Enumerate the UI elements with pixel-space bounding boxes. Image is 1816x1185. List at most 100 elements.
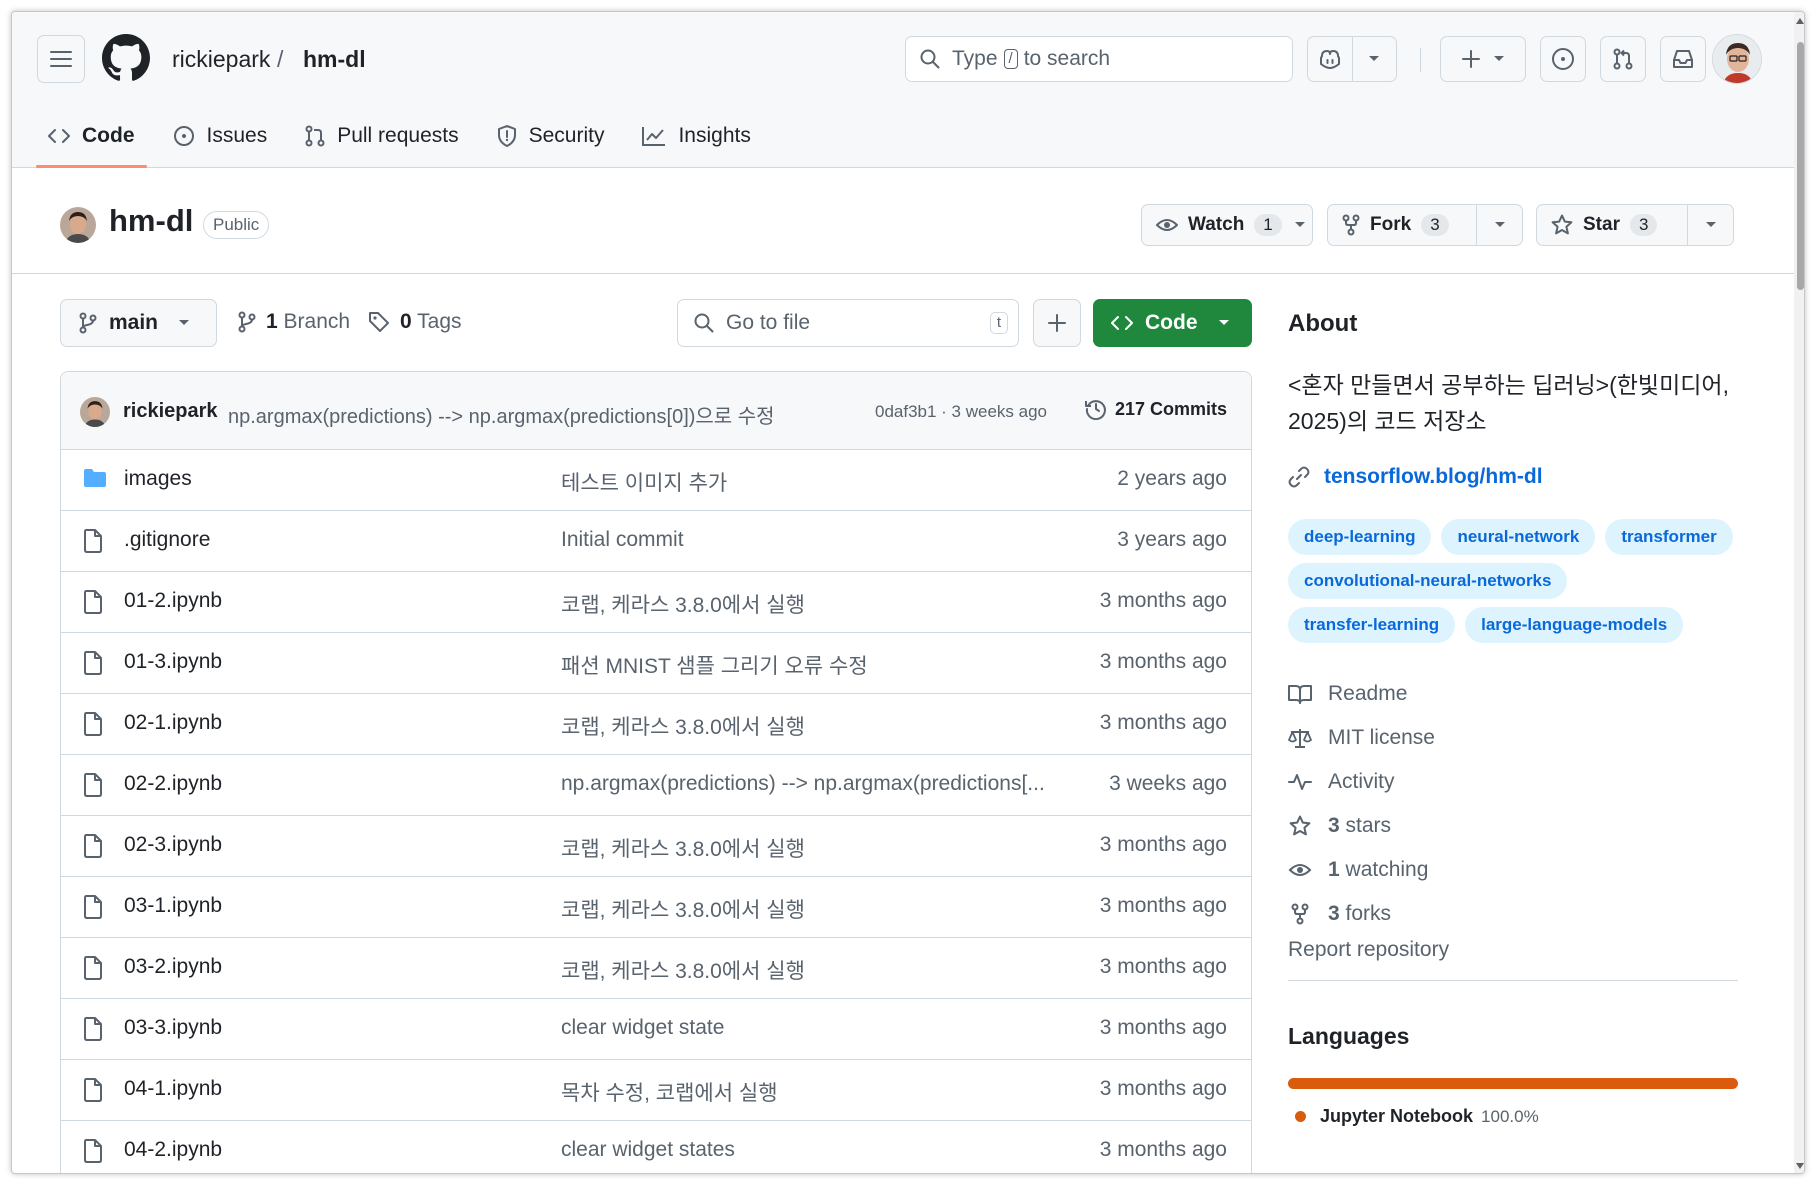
file-row[interactable]: 01-2.ipynb 코랩, 케라스 3.8.0에서 실행 3 months ago	[61, 572, 1251, 633]
file-row[interactable]: 03-2.ipynb 코랩, 케라스 3.8.0에서 실행 3 months ago	[61, 938, 1251, 999]
file-name-link[interactable]: 02-2.ipynb	[124, 772, 222, 796]
repo-breadcrumb[interactable]: hm-dl	[303, 46, 366, 73]
file-commit-message[interactable]: 코랩, 케라스 3.8.0에서 실행	[561, 955, 805, 985]
file-commit-message[interactable]: 코랩, 케라스 3.8.0에서 실행	[561, 711, 805, 741]
tab-issues-label: Issues	[206, 124, 268, 147]
forks-label: forks	[1345, 902, 1392, 925]
file-row[interactable]: .gitignore Initial commit 3 years ago	[61, 511, 1251, 572]
search-input[interactable]: Type / to search	[905, 36, 1293, 82]
branch-name: main	[109, 311, 159, 334]
github-logo-icon[interactable]	[102, 34, 150, 82]
file-row[interactable]: 04-1.ipynb 목차 수정, 코랩에서 실행 3 months ago	[61, 1060, 1251, 1121]
copilot-dropdown[interactable]	[1352, 55, 1396, 63]
tab-code[interactable]: Code	[36, 112, 147, 168]
hamburger-icon	[50, 51, 72, 67]
file-commit-message[interactable]: clear widget state	[561, 1016, 724, 1040]
readme-link[interactable]: Readme	[1288, 672, 1435, 716]
file-row[interactable]: 03-3.ipynb clear widget state 3 months ago	[61, 999, 1251, 1060]
plus-icon	[1462, 50, 1480, 68]
topic-tag[interactable]: large-language-models	[1465, 607, 1684, 643]
menu-button[interactable]	[37, 35, 85, 83]
file-name-link[interactable]: 04-1.ipynb	[124, 1077, 222, 1101]
watching-link[interactable]: 1 watching	[1288, 848, 1435, 892]
file-row[interactable]: 03-1.ipynb 코랩, 케라스 3.8.0에서 실행 3 months ago	[61, 877, 1251, 938]
file-commit-message[interactable]: 코랩, 케라스 3.8.0에서 실행	[561, 589, 805, 619]
file-commit-message[interactable]: clear widget states	[561, 1138, 735, 1162]
file-name-link[interactable]: 03-1.ipynb	[124, 894, 222, 918]
commits-link[interactable]: 217 Commits	[1085, 398, 1227, 420]
file-name-link[interactable]: 04-2.ipynb	[124, 1138, 222, 1162]
tab-pull-requests[interactable]: Pull requests	[293, 112, 470, 160]
commit-hash-time[interactable]: 0daf3b1 · 3 weeks ago	[875, 402, 1047, 422]
file-row[interactable]: 02-2.ipynb np.argmax(predictions) --> np.…	[61, 755, 1251, 816]
stars-link[interactable]: 3 stars	[1288, 804, 1435, 848]
file-row[interactable]: 04-2.ipynb clear widget states 3 months ag…	[61, 1121, 1251, 1173]
file-commit-message[interactable]: 목차 수정, 코랩에서 실행	[561, 1077, 778, 1107]
file-name-link[interactable]: 03-2.ipynb	[124, 955, 222, 979]
branches-link[interactable]: 1 Branch	[238, 310, 350, 334]
homepage-link[interactable]: tensorflow.blog/hm-dl	[1288, 465, 1543, 489]
inbox-button[interactable]	[1660, 36, 1706, 82]
language-item[interactable]: Jupyter Notebook 100.0%	[1295, 1106, 1539, 1127]
topic-tag[interactable]: transformer	[1605, 519, 1733, 555]
topic-tag[interactable]: deep-learning	[1288, 519, 1432, 555]
commit-message[interactable]: np.argmax(predictions) --> np.argmax(pre…	[228, 400, 775, 429]
file-row[interactable]: 01-3.ipynb 패션 MNIST 샘플 그리기 오류 수정 3 months …	[61, 633, 1251, 694]
user-avatar[interactable]	[1712, 34, 1762, 84]
forks-link[interactable]: 3 forks	[1288, 892, 1435, 936]
tab-code-label: Code	[82, 124, 135, 147]
topic-tag[interactable]: convolutional-neural-networks	[1288, 563, 1568, 599]
scroll-down-arrow[interactable]	[1796, 1163, 1804, 1169]
star-dropdown[interactable]	[1687, 205, 1733, 245]
star-button[interactable]: Star 3	[1536, 204, 1734, 246]
file-name-link[interactable]: 01-3.ipynb	[124, 650, 222, 674]
file-name-link[interactable]: images	[124, 467, 192, 491]
triangle-down-icon	[1369, 56, 1380, 61]
fork-dropdown[interactable]	[1476, 205, 1522, 245]
file-row[interactable]: images 테스트 이미지 추가 2 years ago	[61, 450, 1251, 511]
tab-issues[interactable]: Issues	[161, 112, 280, 160]
file-name-link[interactable]: 01-2.ipynb	[124, 589, 222, 613]
activity-link[interactable]: Activity	[1288, 760, 1435, 804]
file-commit-message[interactable]: np.argmax(predictions) --> np.argmax(pre…	[561, 772, 1045, 796]
topic-tag[interactable]: transfer-learning	[1288, 607, 1456, 643]
scroll-up-arrow[interactable]	[1796, 18, 1804, 24]
go-to-file-input[interactable]: Go to file t	[677, 299, 1019, 347]
file-name-link[interactable]: 03-3.ipynb	[124, 1016, 222, 1040]
code-dropdown-button[interactable]: Code	[1093, 299, 1252, 347]
repo-name[interactable]: hm-dl	[109, 203, 193, 239]
watch-button[interactable]: Watch 1	[1141, 204, 1313, 246]
file-name-link[interactable]: 02-1.ipynb	[124, 711, 222, 735]
file-commit-message[interactable]: 코랩, 케라스 3.8.0에서 실행	[561, 833, 805, 863]
file-commit-message[interactable]: 테스트 이미지 추가	[561, 467, 727, 497]
commit-author[interactable]: rickiepark	[123, 400, 218, 423]
topic-tag[interactable]: neural-network	[1441, 519, 1596, 555]
file-row[interactable]: 02-3.ipynb 코랩, 케라스 3.8.0에서 실행 3 months ago	[61, 816, 1251, 877]
tags-link[interactable]: 0 Tags	[368, 310, 462, 334]
file-commit-message[interactable]: 패션 MNIST 샘플 그리기 오류 수정	[561, 650, 868, 680]
branch-selector[interactable]: main	[60, 299, 217, 347]
file-commit-message[interactable]: Initial commit	[561, 528, 684, 552]
file-commit-message[interactable]: 코랩, 케라스 3.8.0에서 실행	[561, 894, 805, 924]
tab-security[interactable]: Security	[485, 112, 617, 160]
license-label: MIT license	[1328, 726, 1435, 749]
copilot-button[interactable]	[1307, 36, 1397, 82]
repo-owner-avatar[interactable]	[60, 207, 96, 243]
create-new-button[interactable]	[1440, 36, 1526, 82]
file-name-link[interactable]: 02-3.ipynb	[124, 833, 222, 857]
commit-author-avatar[interactable]	[80, 397, 110, 427]
forks-count: 3	[1328, 902, 1340, 925]
fork-button[interactable]: Fork 3	[1327, 204, 1523, 246]
scrollbar-thumb[interactable]	[1797, 42, 1804, 290]
issues-button[interactable]	[1540, 36, 1586, 82]
add-file-button[interactable]	[1033, 299, 1081, 347]
license-link[interactable]: MIT license	[1288, 716, 1435, 760]
file-name-link[interactable]: .gitignore	[124, 528, 210, 552]
pull-requests-button[interactable]	[1600, 36, 1646, 82]
file-row[interactable]: 02-1.ipynb 코랩, 케라스 3.8.0에서 실행 3 months ago	[61, 694, 1251, 755]
owner-breadcrumb[interactable]: rickiepark	[172, 46, 270, 73]
code-button-label: Code	[1145, 311, 1198, 334]
tab-insights[interactable]: Insights	[630, 112, 762, 160]
report-repository-link[interactable]: Report repository	[1288, 938, 1449, 962]
page-scrollbar[interactable]	[1794, 12, 1804, 1173]
